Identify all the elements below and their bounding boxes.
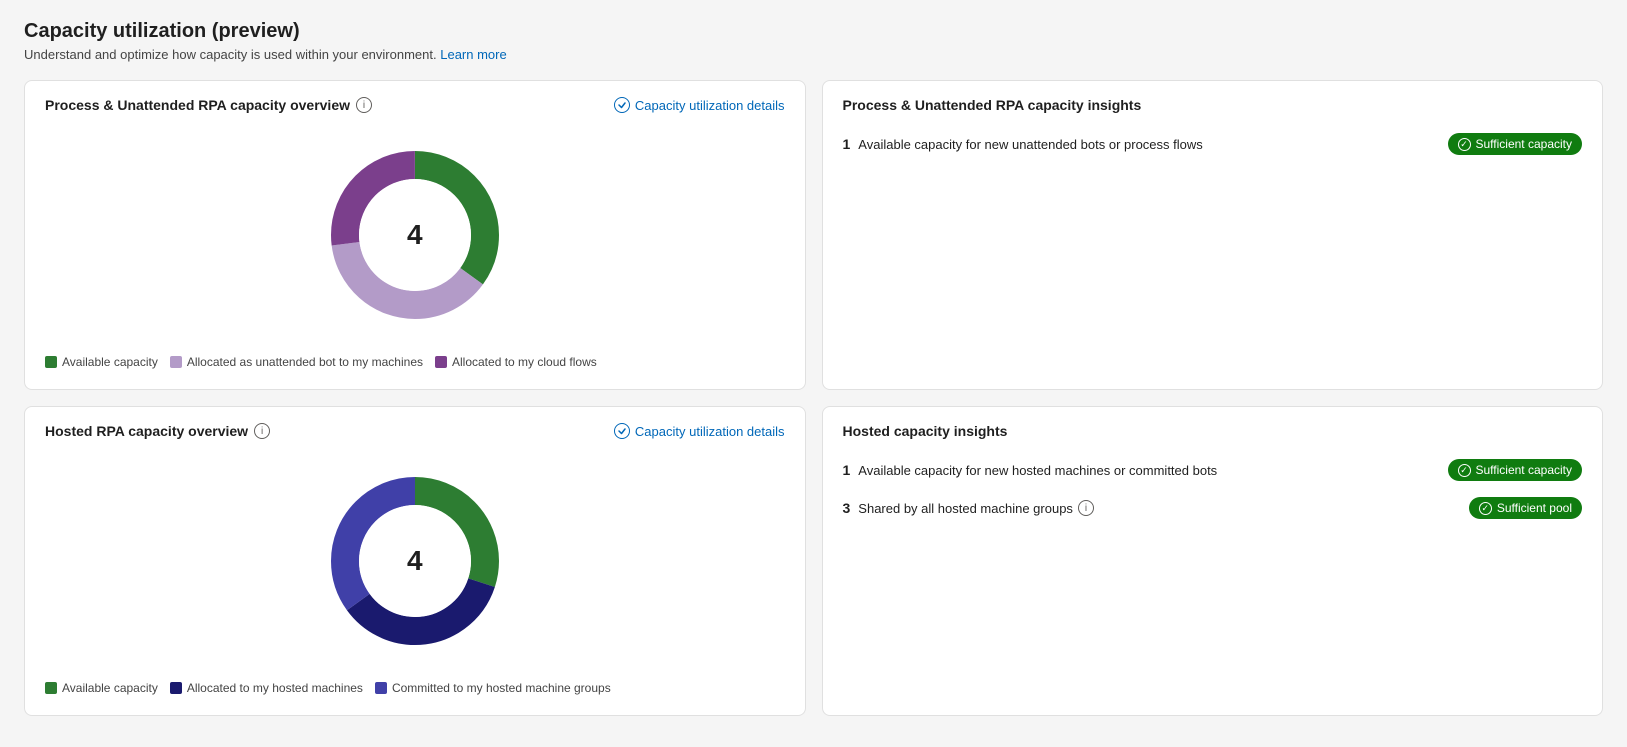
process-legend-dot-2	[435, 356, 447, 368]
process-donut-container: 4	[315, 135, 515, 335]
hosted-legend-item-2: Committed to my hosted machine groups	[375, 681, 611, 695]
process-overview-details-label: Capacity utilization details	[635, 98, 785, 113]
hosted-insight-badge-check-1: ✓	[1479, 502, 1492, 515]
process-legend-item-1: Allocated as unattended bot to my machin…	[170, 355, 423, 369]
process-legend-label-0: Available capacity	[62, 355, 158, 369]
process-overview-card: Process & Unattended RPA capacity overvi…	[24, 80, 806, 390]
hosted-legend-label-1: Allocated to my hosted machines	[187, 681, 363, 695]
process-legend-item-2: Allocated to my cloud flows	[435, 355, 597, 369]
process-overview-check-icon	[614, 97, 630, 113]
hosted-overview-card: Hosted RPA capacity overview i Capacity …	[24, 406, 806, 716]
process-insight-number-0: 1	[843, 136, 851, 152]
dashboard-grid: Process & Unattended RPA capacity overvi…	[24, 80, 1603, 716]
hosted-overview-title: Hosted RPA capacity overview	[45, 423, 248, 439]
hosted-legend-item-1: Allocated to my hosted machines	[170, 681, 363, 695]
hosted-legend-item-0: Available capacity	[45, 681, 158, 695]
hosted-insight-badge-0: ✓ Sufficient capacity	[1448, 459, 1583, 481]
hosted-overview-title-group: Hosted RPA capacity overview i	[45, 423, 270, 439]
process-insight-badge-label-0: Sufficient capacity	[1476, 137, 1573, 151]
hosted-legend-label-0: Available capacity	[62, 681, 158, 695]
hosted-legend-dot-0	[45, 682, 57, 694]
hosted-insight-text-1: Shared by all hosted machine groups	[858, 501, 1073, 516]
hosted-insight-info-icon-1[interactable]: i	[1078, 500, 1094, 516]
process-donut-chart-area: 4	[45, 125, 785, 351]
hosted-insight-badge-check-0: ✓	[1458, 464, 1471, 477]
process-insight-row-0: 1 Available capacity for new unattended …	[843, 133, 1583, 155]
process-insight-badge-0: ✓ Sufficient capacity	[1448, 133, 1583, 155]
process-legend: Available capacity Allocated as unattend…	[45, 355, 785, 369]
hosted-insight-badge-label-0: Sufficient capacity	[1476, 463, 1573, 477]
process-insight-badge-check-0: ✓	[1458, 138, 1471, 151]
hosted-insight-text-group-1: Shared by all hosted machine groups i	[858, 500, 1094, 516]
hosted-overview-info-icon[interactable]: i	[254, 423, 270, 439]
hosted-donut-container: 4	[315, 461, 515, 661]
hosted-insight-row-1: 3 Shared by all hosted machine groups i …	[843, 497, 1583, 519]
process-overview-header: Process & Unattended RPA capacity overvi…	[45, 97, 785, 113]
process-legend-item-0: Available capacity	[45, 355, 158, 369]
process-legend-label-1: Allocated as unattended bot to my machin…	[187, 355, 423, 369]
hosted-overview-details-link[interactable]: Capacity utilization details	[614, 423, 785, 439]
hosted-insight-badge-1: ✓ Sufficient pool	[1469, 497, 1582, 519]
process-legend-dot-1	[170, 356, 182, 368]
process-insight-text-0: Available capacity for new unattended bo…	[858, 137, 1202, 152]
process-donut-center-value: 4	[407, 219, 423, 251]
process-legend-dot-0	[45, 356, 57, 368]
learn-more-link[interactable]: Learn more	[440, 47, 506, 62]
page-subtitle: Understand and optimize how capacity is …	[24, 47, 1603, 62]
hosted-insight-number-0: 1	[843, 462, 851, 478]
hosted-insight-text-0: Available capacity for new hosted machin…	[858, 463, 1217, 478]
process-overview-title-group: Process & Unattended RPA capacity overvi…	[45, 97, 372, 113]
process-overview-details-link[interactable]: Capacity utilization details	[614, 97, 785, 113]
hosted-overview-details-label: Capacity utilization details	[635, 424, 785, 439]
hosted-insight-badge-label-1: Sufficient pool	[1497, 501, 1572, 515]
hosted-insight-left-1: 3 Shared by all hosted machine groups i	[843, 500, 1457, 517]
process-overview-info-icon[interactable]: i	[356, 97, 372, 113]
hosted-donut-chart-area: 4	[45, 451, 785, 677]
hosted-overview-check-icon	[614, 423, 630, 439]
hosted-donut-center-value: 4	[407, 545, 423, 577]
hosted-legend-dot-1	[170, 682, 182, 694]
hosted-insight-number-1: 3	[843, 500, 851, 516]
hosted-overview-header: Hosted RPA capacity overview i Capacity …	[45, 423, 785, 439]
hosted-insight-row-0: 1 Available capacity for new hosted mach…	[843, 459, 1583, 481]
process-legend-label-2: Allocated to my cloud flows	[452, 355, 597, 369]
process-overview-title: Process & Unattended RPA capacity overvi…	[45, 97, 350, 113]
process-insights-title: Process & Unattended RPA capacity insigh…	[843, 97, 1583, 113]
hosted-legend-label-2: Committed to my hosted machine groups	[392, 681, 611, 695]
hosted-legend-dot-2	[375, 682, 387, 694]
process-insights-card: Process & Unattended RPA capacity insigh…	[822, 80, 1604, 390]
hosted-legend: Available capacity Allocated to my hoste…	[45, 681, 785, 695]
hosted-insights-card: Hosted capacity insights 1 Available cap…	[822, 406, 1604, 716]
hosted-insights-title: Hosted capacity insights	[843, 423, 1583, 439]
page-title: Capacity utilization (preview)	[24, 20, 1603, 43]
hosted-insight-left-0: 1 Available capacity for new hosted mach…	[843, 462, 1436, 478]
process-insight-left-0: 1 Available capacity for new unattended …	[843, 136, 1436, 152]
